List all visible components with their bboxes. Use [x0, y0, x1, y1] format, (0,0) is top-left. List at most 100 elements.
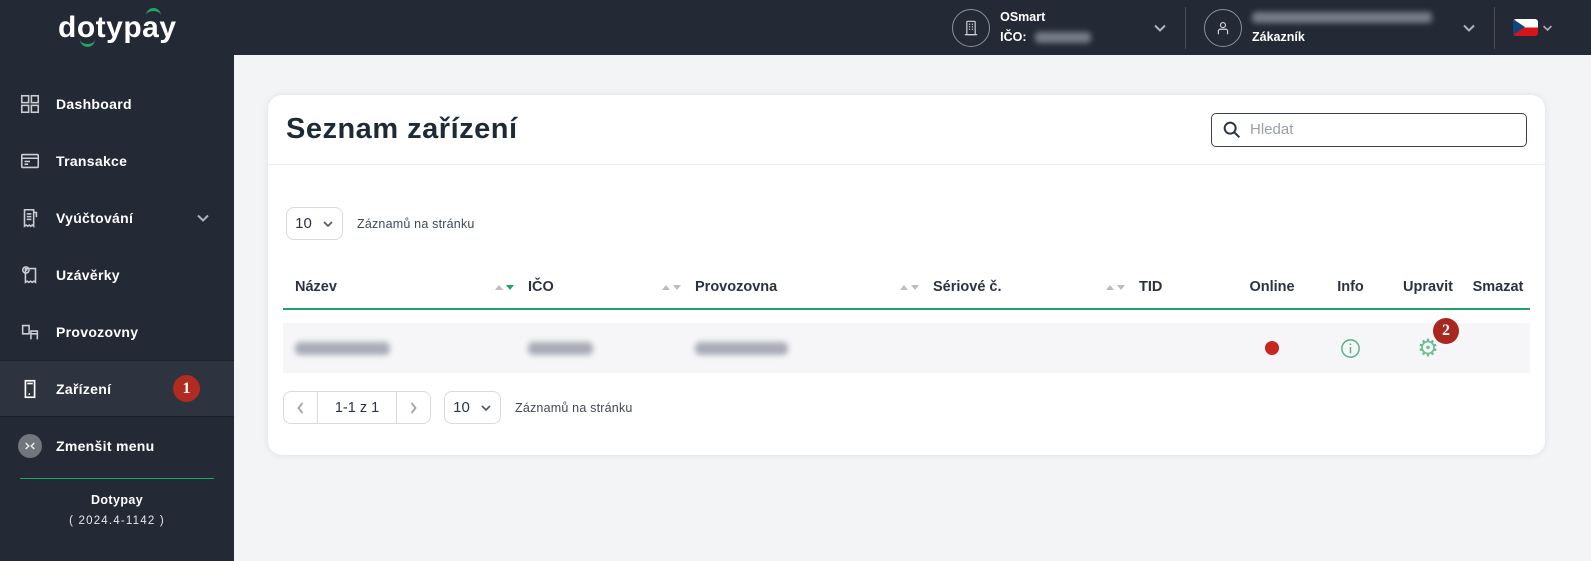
- search-icon: [1221, 119, 1243, 146]
- sort-desc-icon[interactable]: [506, 284, 514, 290]
- transactions-table-icon: [18, 150, 42, 172]
- table-row: ⚙ 2: [283, 318, 1530, 373]
- user-name-redacted: [1252, 12, 1432, 24]
- sort-desc-icon[interactable]: [673, 284, 681, 290]
- topbar-divider: [1494, 6, 1495, 49]
- records-per-page-label: Záznamů na stránku: [515, 400, 633, 415]
- sidebar-item-label: Uzávěrky: [56, 266, 120, 283]
- user-avatar-icon: [1204, 8, 1242, 47]
- sort-desc-icon[interactable]: [911, 284, 919, 290]
- collapse-menu-button[interactable]: Zmenšit menu: [0, 417, 234, 474]
- company-ico-redacted-value: [1035, 31, 1091, 43]
- sidebar-item-dashboard[interactable]: Dashboard: [0, 75, 234, 132]
- records-per-page-label: Záznamů na stránku: [357, 216, 475, 231]
- device-ico-redacted: [528, 341, 593, 355]
- page-size-select[interactable]: 10: [286, 207, 343, 240]
- sidebar-item-label: Transakce: [56, 152, 128, 169]
- device-name-redacted: [295, 341, 390, 355]
- sidebar-item-label: Vyúčtování: [56, 209, 134, 226]
- column-header-nazev[interactable]: Název: [295, 279, 528, 295]
- page-range: 1-1 z 1: [317, 392, 397, 423]
- column-label: Online: [1249, 279, 1295, 295]
- logo-green-arc-over-icon: [146, 7, 161, 16]
- sidebar-item-label: Provozovny: [56, 323, 139, 340]
- sort-arrows[interactable]: [1106, 284, 1125, 290]
- company-ico-label: IČO:: [1000, 29, 1027, 44]
- device-provozovna-redacted: [695, 341, 788, 355]
- sort-arrows[interactable]: [662, 284, 681, 290]
- stores-icon: [18, 321, 42, 343]
- column-label: Info: [1337, 279, 1364, 295]
- column-header-seriove-c[interactable]: Sériové č.: [933, 279, 1139, 295]
- edit-gear-icon[interactable]: ⚙ 2: [1415, 318, 1459, 361]
- column-label: IČO: [528, 279, 554, 295]
- topbar: dotypay OSmart IČO: Zákazník: [0, 0, 1591, 55]
- pagination: 1-1 z 1 10 Záznamů na stránku: [283, 391, 1530, 424]
- device-terminal-icon: [18, 378, 42, 400]
- collapse-menu-label: Zmenšit menu: [56, 437, 155, 454]
- language-selector[interactable]: [1513, 19, 1553, 36]
- company-name: OSmart: [1000, 10, 1046, 25]
- info-icon[interactable]: [1339, 337, 1362, 360]
- page-size-value: 10: [295, 215, 312, 232]
- column-header-info: Info: [1311, 279, 1390, 295]
- language-chevron-down-icon[interactable]: [1542, 24, 1553, 32]
- topbar-divider: [1185, 6, 1186, 49]
- column-header-upravit: Upravit: [1390, 279, 1466, 295]
- sidebar-green-divider: [20, 478, 214, 479]
- sidebar-item-label: Dashboard: [56, 95, 132, 112]
- user-menu[interactable]: Zákazník: [1204, 8, 1476, 47]
- column-label: Sériové č.: [933, 279, 1002, 295]
- sidebar-item-vyuctovani[interactable]: Vyúčtování: [0, 189, 234, 246]
- sidebar-item-zarizeni[interactable]: Zařízení 1: [0, 360, 234, 417]
- column-header-provozovna[interactable]: Provozovna: [695, 279, 933, 295]
- collapse-arrows-icon: [18, 433, 42, 458]
- device-list-card: Seznam zařízení 10 Záznamů na stránku: [268, 95, 1545, 455]
- column-label: Název: [295, 279, 337, 295]
- sort-arrows[interactable]: [900, 284, 919, 290]
- online-status-dot: [1265, 341, 1279, 355]
- sort-asc-icon[interactable]: [495, 284, 503, 290]
- dotypay-logo[interactable]: dotypay: [58, 7, 177, 47]
- annotation-badge-1: 1: [173, 375, 200, 402]
- sort-desc-icon[interactable]: [1117, 284, 1125, 290]
- search-input[interactable]: [1211, 112, 1527, 147]
- table-header: Název IČO Provozovna Sériové č. TID Onli…: [283, 266, 1530, 310]
- column-header-online: Online: [1233, 279, 1311, 295]
- billing-receipt-icon: [18, 207, 42, 229]
- sort-asc-icon[interactable]: [900, 284, 908, 290]
- main-content: Seznam zařízení 10 Záznamů na stránku: [234, 55, 1591, 561]
- company-building-icon: [952, 8, 991, 47]
- sidebar-item-label: Zařízení: [56, 380, 112, 397]
- czech-flag-icon: [1513, 19, 1538, 36]
- sidebar-version: ( 2024.4-1142 ): [69, 515, 165, 527]
- sidebar-item-transakce[interactable]: Transakce: [0, 132, 234, 189]
- sidebar-brand: Dotypay: [90, 493, 144, 507]
- sidebar-item-provozovny[interactable]: Provozovny: [0, 303, 234, 360]
- user-chevron-down-icon[interactable]: [1462, 23, 1476, 33]
- column-header-tid: TID: [1139, 279, 1233, 295]
- next-page-button[interactable]: [397, 392, 430, 423]
- column-label: Smazat: [1472, 279, 1524, 295]
- prev-page-button[interactable]: [284, 392, 317, 423]
- company-chevron-down-icon[interactable]: [1153, 23, 1167, 33]
- sort-asc-icon[interactable]: [1106, 284, 1114, 290]
- logo-green-arc-under-icon: [80, 39, 95, 47]
- company-switcher[interactable]: OSmart IČO:: [952, 8, 1167, 47]
- page-size-select-bottom[interactable]: 10: [444, 391, 501, 424]
- sort-asc-icon[interactable]: [662, 284, 670, 290]
- search-box: [1211, 112, 1527, 147]
- annotation-badge-2: 2: [1433, 318, 1459, 344]
- sidebar: Dashboard Transakce Vyúčtování Uzávěrky …: [0, 55, 234, 561]
- column-label: TID: [1139, 279, 1163, 295]
- column-label: Upravit: [1403, 279, 1453, 295]
- closures-receipt-icon: [18, 264, 42, 286]
- dashboard-grid-icon: [18, 93, 42, 115]
- page-size-value: 10: [453, 399, 470, 416]
- sort-arrows[interactable]: [495, 284, 514, 290]
- sidebar-item-uzaverky[interactable]: Uzávěrky: [0, 246, 234, 303]
- column-label: Provozovna: [695, 279, 778, 295]
- page-title: Seznam zařízení: [286, 113, 518, 145]
- submenu-chevron-down-icon[interactable]: [196, 213, 210, 223]
- column-header-ico[interactable]: IČO: [528, 279, 695, 295]
